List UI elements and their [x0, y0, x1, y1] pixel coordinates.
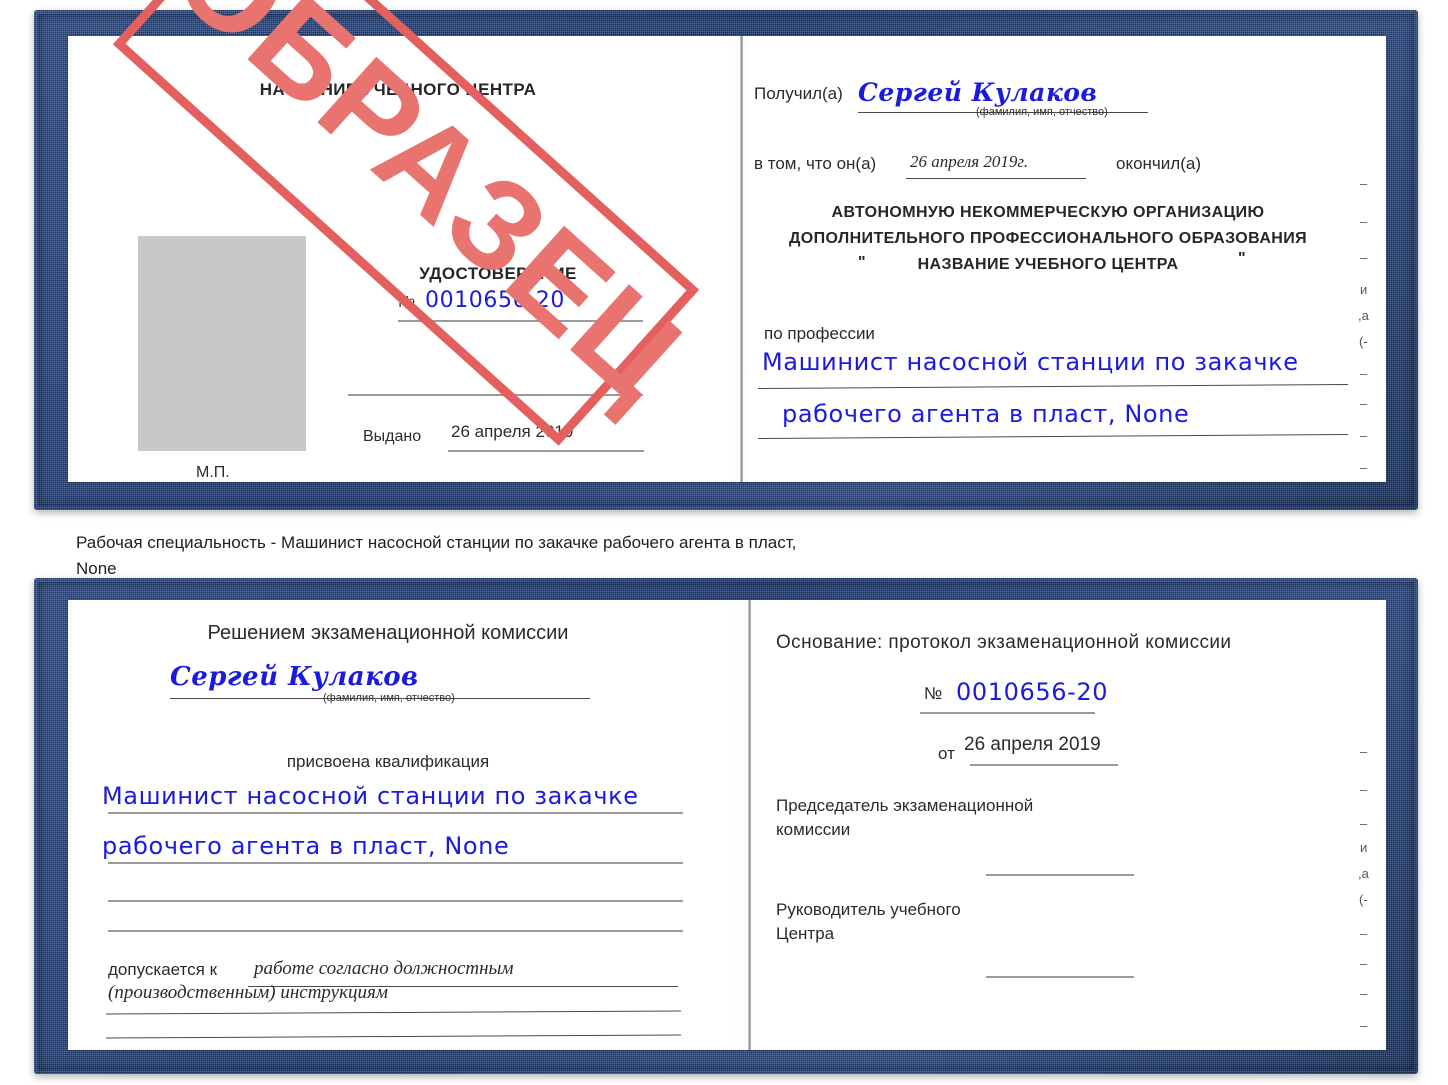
name-hint-bottom: (фамилия, имя, отчество): [323, 692, 455, 704]
profession-rule2: [758, 433, 1348, 440]
org-line2: ДОПОЛНИТЕЛЬНОГО ПРОФЕССИОНАЛЬНОГО ОБРАЗО…: [788, 230, 1308, 247]
received-label: Получил(а): [754, 84, 843, 103]
certificate-number-top: 0010656-20: [425, 288, 565, 313]
blank-rule-b2: [108, 930, 683, 932]
caption-line-1: Рабочая специальность - Машинист насосно…: [76, 533, 797, 552]
blank-rule-b1: [108, 900, 683, 902]
bleed-mark: и: [1360, 840, 1368, 855]
bleed-mark: –: [1360, 816, 1368, 831]
protocol-number-rule: [920, 712, 1095, 714]
page-bottom-left: Решением экзаменационной комиссии Сергей…: [68, 600, 728, 1050]
bleed-mark: –: [1360, 782, 1368, 797]
bleed-mark: –: [1360, 460, 1368, 475]
protocol-number-symbol: №: [924, 684, 943, 703]
page-top-right: Получил(а) Сергей Кулаков (фамилия, имя,…: [748, 36, 1386, 482]
bleed-mark: ,а: [1358, 866, 1369, 881]
allowed-label: допускается к: [108, 960, 218, 979]
protocol-from-rule: [970, 764, 1118, 766]
chairman-signature-rule: [986, 874, 1134, 876]
qualification-line2: рабочего агента в пласт, None: [102, 832, 510, 860]
bleed-mark: –: [1360, 744, 1368, 759]
bleed-mark: –: [1360, 956, 1368, 971]
certificate-bottom: Решением экзаменационной комиссии Сергей…: [34, 578, 1418, 1074]
bleed-mark: –: [1360, 428, 1368, 443]
head-line2: Центра: [776, 924, 835, 943]
number-symbol-top-left: №: [398, 294, 416, 311]
certificate-pages-bottom: Решением экзаменационной комиссии Сергей…: [68, 600, 1386, 1050]
bleed-mark: –: [1360, 986, 1368, 1001]
caption-block: Рабочая специальность - Машинист насосно…: [76, 530, 1136, 583]
allowed-rule2: [106, 1010, 681, 1015]
allowed-line2: (производственным) инструкциям: [108, 982, 388, 1003]
bleed-mark: –: [1360, 366, 1368, 381]
name-hint-top: (фамилия, имя, отчество): [976, 106, 1108, 118]
that-he-rule: [906, 178, 1086, 179]
certificate-top: НАЗВАНИЕ УЧЕБНОГО ЦЕНТРА УДОСТОВЕРЕНИЕ №…: [34, 10, 1418, 510]
bleed-mark: ,а: [1358, 308, 1369, 323]
org-header-top-left: НАЗВАНИЕ УЧЕБНОГО ЦЕНТРА: [259, 80, 537, 99]
chairman-line2: комиссии: [776, 820, 851, 839]
org-line3: НАЗВАНИЕ УЧЕБНОГО ЦЕНТРА: [917, 256, 1179, 273]
protocol-from-label: от: [938, 744, 955, 763]
issued-value-top-left: 26 апреля 2019: [451, 422, 574, 441]
page-bottom-right: Основание: протокол экзаменационной коми…: [758, 600, 1386, 1050]
bleed-mark: –: [1360, 214, 1368, 229]
number-rule-top-left: [398, 320, 643, 322]
head-signature-rule: [986, 976, 1134, 978]
bleed-mark: –: [1360, 1018, 1368, 1033]
certificate-pages-top: НАЗВАНИЕ УЧЕБНОГО ЦЕНТРА УДОСТОВЕРЕНИЕ №…: [68, 36, 1386, 482]
bleed-mark: –: [1360, 926, 1368, 941]
bleed-mark: –: [1360, 250, 1368, 265]
issued-rule-top-left: [448, 450, 644, 452]
commission-heading: Решением экзаменационной комиссии: [207, 622, 569, 644]
blank-rule-top-left: [348, 394, 643, 396]
finished-label: окончил(а): [1116, 154, 1201, 173]
qualification-rule2: [108, 862, 683, 864]
protocol-number-value: 0010656-20: [956, 678, 1109, 706]
org-quote-close: ": [1238, 250, 1246, 267]
profession-line2: рабочего агента в пласт, None: [782, 400, 1190, 428]
that-he-date: 26 апреля 2019г.: [910, 152, 1029, 171]
profession-rule1: [758, 383, 1348, 390]
org-line1: АВТОНОМНУЮ НЕКОММЕРЧЕСКУЮ ОРГАНИЗАЦИЮ: [831, 204, 1265, 221]
photo-placeholder: [138, 236, 306, 451]
bleed-mark: –: [1360, 396, 1368, 411]
head-line1: Руководитель учебного: [776, 900, 961, 919]
chairman-line1: Председатель экзаменационной: [776, 796, 1034, 815]
page-top-left: НАЗВАНИЕ УЧЕБНОГО ЦЕНТРА УДОСТОВЕРЕНИЕ №…: [68, 36, 728, 482]
bleed-mark: (-: [1359, 892, 1368, 907]
bleed-mark: –: [1360, 176, 1368, 191]
spine-top: [740, 36, 743, 482]
received-value: Сергей Кулаков: [858, 78, 1098, 107]
bleed-mark: и: [1360, 282, 1368, 297]
allowed-rule3: [106, 1034, 681, 1039]
profession-label: по профессии: [764, 324, 875, 343]
seal-label-top-left: М.П.: [196, 464, 230, 481]
protocol-from-value: 26 апреля 2019: [964, 734, 1101, 755]
spine-bottom: [748, 600, 751, 1050]
bleed-mark: (-: [1359, 334, 1368, 349]
that-he-label: в том, что он(а): [754, 154, 877, 173]
profession-line1: Машинист насосной станции по закачке: [762, 348, 1299, 376]
allowed-line1: работе согласно должностным: [254, 958, 514, 979]
basis-label: Основание: протокол экзаменационной коми…: [776, 632, 1232, 653]
commission-name-value: Сергей Кулаков: [170, 662, 419, 692]
qualification-label: присвоена квалификация: [286, 752, 490, 771]
qualification-line1: Машинист насосной станции по закачке: [102, 782, 639, 810]
issued-label-top-left: Выдано: [363, 428, 422, 445]
doc-title-top-left: УДОСТОВЕРЕНИЕ: [419, 264, 577, 283]
qualification-rule1: [108, 812, 683, 814]
